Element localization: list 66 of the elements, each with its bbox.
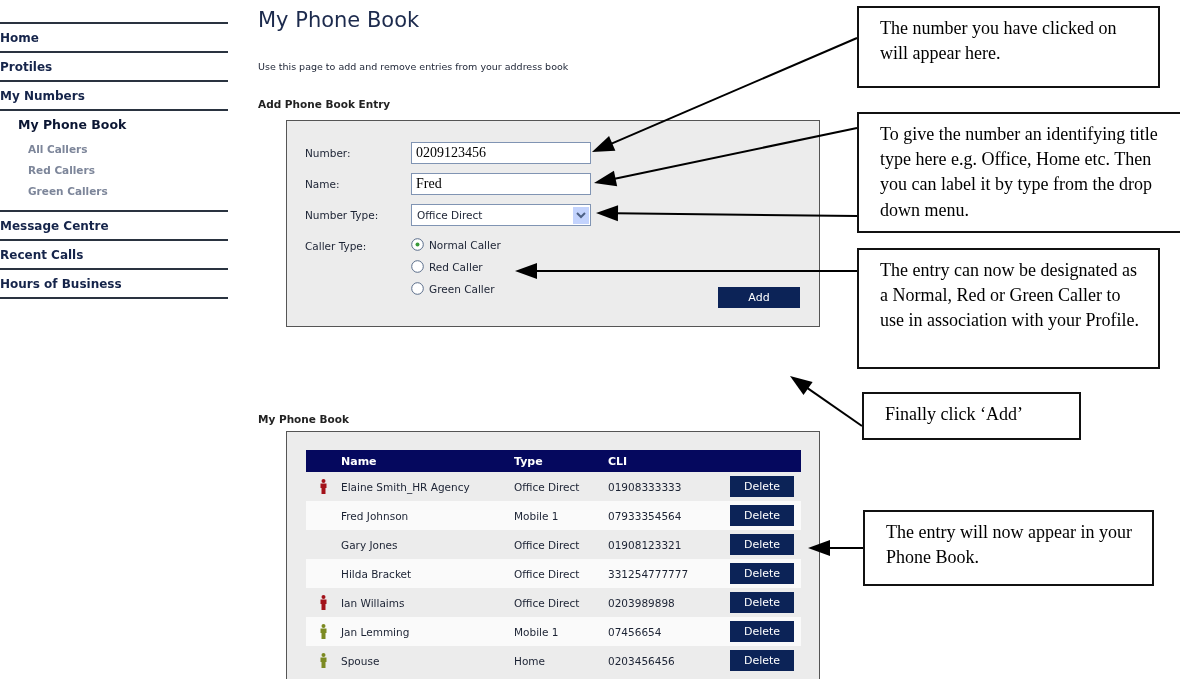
callout-box: The entry can now be designated as a Normal, Red or Green Caller to use in association with your Profile.	[857, 248, 1160, 369]
nav-link[interactable]: My Phone Book	[0, 117, 127, 132]
delete-button[interactable]: Delete	[730, 592, 794, 613]
table-cell-text: Jan Lemming	[341, 625, 411, 638]
delete-button[interactable]: Delete	[730, 505, 794, 526]
column-header: CLI	[608, 454, 629, 468]
table-cell-text: Spouse	[341, 654, 381, 667]
table-cell-text: Mobile 1	[514, 625, 560, 638]
nav-link[interactable]: Green Callers	[0, 184, 108, 197]
column-header: Type	[514, 454, 544, 468]
nav-link[interactable]: Hours of Business	[0, 276, 122, 291]
page-title: My Phone Book	[258, 8, 421, 32]
delete-button[interactable]: Delete	[730, 534, 794, 555]
table-cell-text: 07933354564	[608, 509, 683, 522]
table-cell-text: Ian Willaims	[341, 596, 406, 609]
table-cell-text: Hilda Bracket	[341, 567, 413, 580]
delete-button[interactable]: Delete	[730, 563, 794, 584]
table-cell-text: 0203456456	[608, 654, 676, 667]
table-cell-text: Office Direct	[514, 567, 581, 580]
table-cell-text: Office Direct	[514, 480, 581, 493]
radio-label: Normal Caller	[429, 238, 501, 251]
table-cell-text: 331254777777	[608, 567, 690, 580]
radio-label: Green Caller	[429, 282, 495, 295]
column-header: Name	[341, 454, 378, 468]
intro-text: Use this page to add and remove entries from your address book	[258, 61, 570, 72]
section-heading: Add Phone Book Entry	[258, 98, 392, 110]
table-cell-text: Elaine Smith_HR Agency	[341, 480, 471, 493]
delete-button[interactable]: Delete	[730, 621, 794, 642]
radio-button[interactable]	[411, 238, 424, 251]
field-label: Name:	[305, 177, 341, 190]
add-button[interactable]: Add	[718, 287, 800, 308]
table-cell-text: Office Direct	[514, 596, 581, 609]
table-cell-text: 07456654	[608, 625, 663, 638]
table-cell-text: Gary Jones	[341, 538, 399, 551]
table-cell-text: Office Direct	[514, 538, 581, 551]
text-field[interactable]: Fred	[411, 173, 591, 195]
callout-box: The number you have clicked on will appear here.	[857, 6, 1160, 88]
table-cell-text: Home	[514, 654, 546, 667]
radio-button[interactable]	[411, 260, 424, 273]
delete-button[interactable]: Delete	[730, 476, 794, 497]
arrow	[808, 540, 864, 556]
chevron-down-icon	[573, 206, 589, 224]
nav-link[interactable]: Protiles	[0, 59, 53, 74]
nav-link[interactable]: All Callers	[0, 142, 88, 155]
callout-box: To give the number an identifying title type here e.g. Office, Home etc. Then you can label it by type from the drop down menu.	[857, 112, 1180, 233]
table-cell-text: 0203989898	[608, 596, 676, 609]
nav-link[interactable]: Recent Calls	[0, 247, 84, 262]
delete-button[interactable]: Delete	[730, 650, 794, 671]
table-cell-text: 01908333333	[608, 480, 683, 493]
table-cell-text: Fred Johnson	[341, 509, 410, 522]
nav-link[interactable]: Message Centre	[0, 218, 109, 233]
callout-box: The entry will now appear in your Phone Book.	[863, 510, 1154, 586]
field-label: Number Type:	[305, 208, 380, 221]
section-heading: My Phone Book	[258, 413, 350, 425]
field-label: Number:	[305, 146, 352, 159]
number-type-dropdown[interactable]: Office Direct	[411, 204, 591, 226]
radio-label: Red Caller	[429, 260, 483, 273]
field-label: Caller Type:	[305, 239, 368, 252]
table-cell-text: 01908123321	[608, 538, 683, 551]
table-cell-text: Mobile 1	[514, 509, 560, 522]
text-field[interactable]: 0209123456	[411, 142, 591, 164]
nav-link[interactable]: Home	[0, 30, 39, 45]
callout-box: Finally click ‘Add’	[862, 392, 1081, 440]
radio-button[interactable]	[411, 282, 424, 295]
nav-link[interactable]: My Numbers	[0, 88, 85, 103]
nav-link[interactable]: Red Callers	[0, 163, 95, 176]
